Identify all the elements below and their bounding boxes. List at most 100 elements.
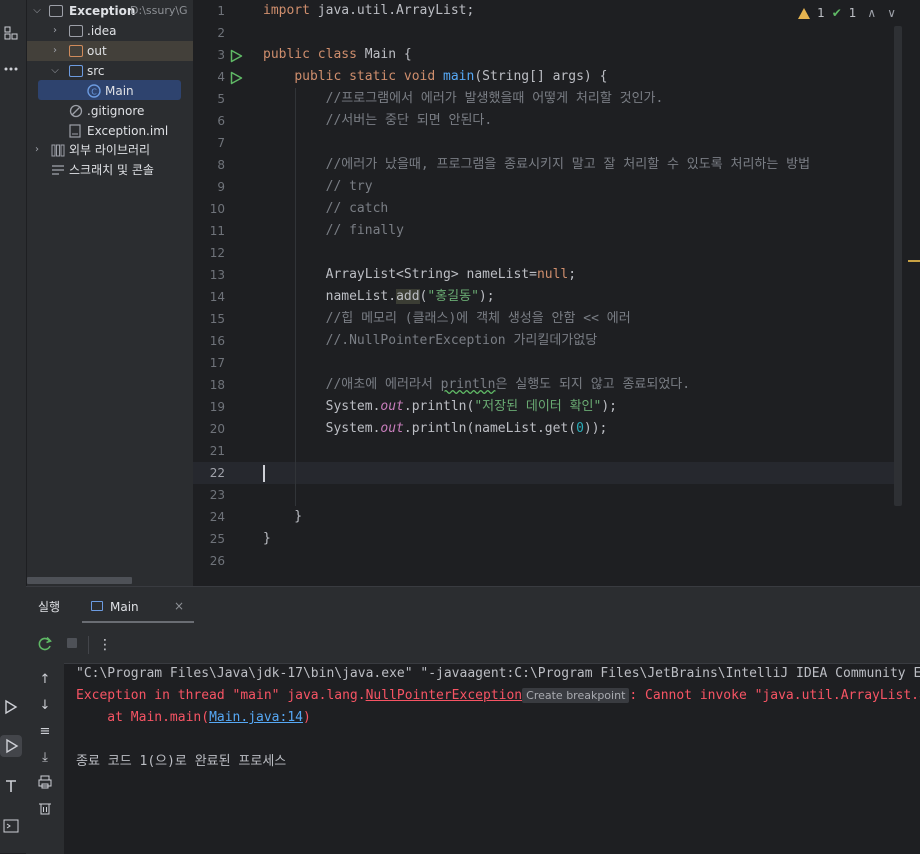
arrow-up-icon[interactable]: ↑ — [36, 671, 54, 689]
console-line: "C:\Program Files\Java\jdk-17\bin\java.e… — [76, 666, 920, 681]
stacktrace-link[interactable]: Main.java:14 — [209, 710, 303, 725]
soft-wrap-icon[interactable]: ≡ — [36, 723, 54, 741]
tree-item-main[interactable]: C Main — [27, 81, 193, 101]
tree-label: Exception.iml — [87, 124, 169, 138]
rerun-icon[interactable] — [36, 636, 54, 654]
project-path: D:\ssury\G — [130, 4, 188, 17]
run-icon[interactable] — [0, 735, 22, 757]
line-number: 13 — [209, 268, 225, 282]
line-number: 10 — [209, 202, 225, 216]
code-line-4: public static void main(String[] args) { — [294, 69, 608, 84]
run-gutter-icon[interactable] — [230, 70, 243, 89]
arrow-down-icon[interactable]: ↓ — [36, 697, 54, 715]
line-number: 1 — [217, 4, 225, 18]
tree-label: src — [87, 64, 105, 78]
inspection-widget[interactable]: 1 ✔ 1 ∧ ∨ — [798, 4, 896, 22]
warning-stripe-marker[interactable] — [908, 260, 920, 262]
line-number: 22 — [209, 466, 225, 480]
tab-underline — [82, 621, 194, 623]
tab-main[interactable]: Main × — [82, 595, 194, 623]
chevron-right-icon[interactable]: › — [49, 21, 61, 41]
code-line-10: // catch — [325, 201, 389, 216]
source-folder-icon — [69, 65, 83, 77]
code-area[interactable]: import java.util.ArrayList; public class… — [263, 0, 902, 586]
line-number: 14 — [209, 290, 225, 304]
line-number: 23 — [209, 488, 225, 502]
line-number: 20 — [209, 422, 225, 436]
line-number: 8 — [217, 158, 225, 172]
code-line-1: import java.util.ArrayList; — [263, 3, 475, 18]
library-icon — [51, 143, 65, 157]
trash-icon[interactable] — [36, 801, 54, 819]
console-side-toolbar: ↑ ↓ ≡ ⤓ — [26, 663, 64, 854]
line-number: 16 — [209, 334, 225, 348]
structure-icon[interactable] — [0, 22, 22, 44]
chevron-right-icon[interactable]: › — [49, 41, 61, 61]
create-breakpoint-hint[interactable]: Create breakpoint — [522, 688, 630, 703]
tree-item-exception-root[interactable]: ⌵ Exception D:\ssury\G — [27, 1, 193, 21]
horizontal-scrollbar[interactable] — [27, 577, 132, 584]
warning-count: 1 — [817, 6, 825, 20]
tree-label: out — [87, 44, 107, 58]
exception-link[interactable]: NullPointerException — [366, 688, 523, 703]
more-icon[interactable] — [0, 58, 22, 80]
line-number: 17 — [209, 356, 225, 370]
tree-item-idea[interactable]: › .idea — [27, 21, 193, 41]
run-toolbar: ⋮ — [26, 627, 920, 664]
line-number: 18 — [209, 378, 225, 392]
tree-item-out[interactable]: › out — [27, 41, 193, 61]
tree-item-gitignore[interactable]: .gitignore — [27, 101, 193, 121]
line-number: 24 — [209, 510, 225, 524]
tree-label: .gitignore — [87, 104, 145, 118]
code-line-16: //.NullPointerException 가리킬데가없당 — [325, 333, 598, 348]
weak-warning-count: 1 — [848, 6, 857, 20]
terminal-icon[interactable] — [0, 815, 22, 837]
code-line-8: //에러가 났을때, 프로그램을 종료시키지 말고 잘 처리할 수 있도록 처리… — [325, 157, 811, 172]
svg-text:C: C — [91, 88, 97, 97]
build-icon[interactable] — [0, 775, 22, 797]
line-number: 26 — [209, 554, 225, 568]
line-number: 5 — [217, 92, 225, 106]
print-icon[interactable] — [36, 775, 54, 793]
code-line-18: //애초에 에러라서 println은 실행도 되지 않고 종료되었다. — [325, 377, 691, 392]
chevron-right-icon[interactable]: › — [31, 140, 43, 160]
chevron-down-icon[interactable]: ∨ — [887, 6, 896, 20]
run-tool-window: 실행 Main × ⋮ ↑ ↓ ≡ ⤓ "C:\Program Files\Ja… — [26, 586, 920, 854]
debug-icon[interactable] — [0, 696, 22, 718]
line-number: 11 — [209, 224, 225, 238]
line-number: 21 — [209, 444, 225, 458]
tree-label: .idea — [87, 24, 117, 38]
line-number: 3 — [217, 48, 225, 62]
line-number: 25 — [209, 532, 225, 546]
chevron-up-icon[interactable]: ∧ — [867, 6, 876, 20]
code-line-5: //프로그램에서 에러가 발생했을때 어떻게 처리할 것인가. — [325, 91, 664, 106]
folder-icon — [69, 45, 83, 57]
chevron-down-icon[interactable]: ⌵ — [31, 1, 43, 21]
project-tree: ⌵ Exception D:\ssury\G › .idea › out ⌵ s… — [27, 0, 193, 586]
code-line-6: //서버는 중단 되면 안된다. — [325, 113, 493, 128]
more-options-icon[interactable]: ⋮ — [96, 636, 114, 654]
editor-gutter: 1 2 3 4 5 6 7 8 9 10 11 12 13 14 15 16 1… — [193, 0, 261, 586]
close-icon[interactable]: × — [174, 599, 184, 613]
code-line-9: // try — [325, 179, 373, 194]
vertical-scrollbar[interactable] — [894, 26, 902, 506]
tree-item-external-libraries[interactable]: › 외부 라이브러리 — [27, 140, 193, 160]
tree-item-iml[interactable]: Exception.iml — [27, 121, 193, 141]
tree-label: Main — [105, 84, 134, 98]
code-line-3: public class Main { — [263, 47, 412, 62]
java-class-icon: C — [87, 84, 101, 98]
line-number: 19 — [209, 400, 225, 414]
chevron-down-icon[interactable]: ⌵ — [49, 61, 61, 81]
scroll-to-end-icon[interactable]: ⤓ — [36, 749, 54, 767]
code-line-11: // finally — [325, 223, 404, 238]
tree-label: 외부 라이브러리 — [69, 143, 151, 157]
tree-item-scratches[interactable]: 스크래치 및 콘솔 — [27, 160, 193, 180]
stop-icon[interactable] — [63, 636, 81, 654]
activity-bar — [0, 0, 27, 853]
line-number: 7 — [217, 136, 225, 150]
run-gutter-icon[interactable] — [230, 48, 243, 67]
tree-item-src[interactable]: ⌵ src — [27, 61, 193, 81]
code-editor[interactable]: 1 2 3 4 5 6 7 8 9 10 11 12 13 14 15 16 1… — [193, 0, 920, 586]
console-tab-icon — [91, 601, 103, 611]
console-output[interactable]: "C:\Program Files\Java\jdk-17\bin\java.e… — [76, 663, 920, 854]
